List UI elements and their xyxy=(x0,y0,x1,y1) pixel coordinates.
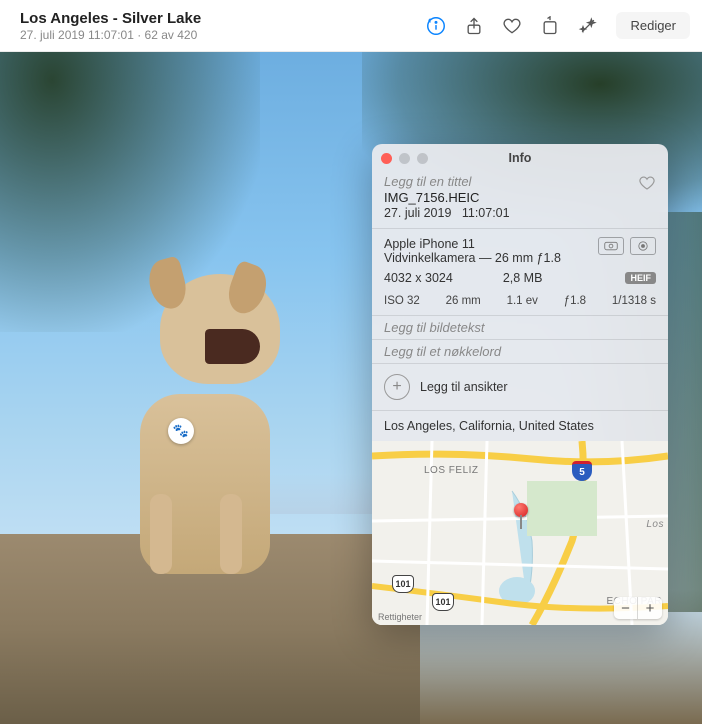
raw-badge-icon xyxy=(598,237,624,255)
info-button[interactable] xyxy=(418,8,454,44)
photo-location-title: Los Angeles - Silver Lake xyxy=(20,10,418,27)
map-rights-label[interactable]: Rettigheter xyxy=(378,612,422,622)
pet-detection-badge[interactable]: 🐾 xyxy=(168,418,194,444)
favorite-button[interactable] xyxy=(494,8,530,44)
close-icon[interactable] xyxy=(381,153,392,164)
rotate-button[interactable] xyxy=(532,8,568,44)
plus-icon: + xyxy=(384,374,410,400)
exif-ev: 1.1 ev xyxy=(507,295,538,307)
camera-model: Apple iPhone 11 xyxy=(384,237,598,251)
caption-field[interactable]: Legg til bildetekst xyxy=(384,320,656,335)
heart-icon[interactable] xyxy=(638,174,656,195)
exif-aperture: ƒ1.8 xyxy=(564,295,586,307)
info-panel: Info Legg til en tittel IMG_7156.HEIC 27… xyxy=(372,144,668,625)
add-faces-label: Legg til ansikter xyxy=(420,380,508,394)
route-101-shield: 101 xyxy=(392,575,414,593)
exif-focal: 26 mm xyxy=(446,295,481,307)
format-badge: HEIF xyxy=(625,272,656,284)
filesize: 2,8 MB xyxy=(503,271,543,285)
route-101-shield: 101 xyxy=(432,593,454,611)
toolbar: Los Angeles - Silver Lake 27. juli 2019 … xyxy=(0,0,702,52)
map-label-los: Los xyxy=(646,519,664,530)
photo-viewer[interactable]: 🐾 Info Legg til en tittel IMG_7156.HEIC … xyxy=(0,52,702,724)
lens-info: Vidvinkelkamera — 26 mm ƒ1.8 xyxy=(384,251,598,265)
exif-row: ISO 32 26 mm 1.1 ev ƒ1.8 1/1318 s xyxy=(372,291,668,316)
live-badge-icon xyxy=(630,237,656,255)
title-field[interactable]: Legg til en tittel xyxy=(384,174,638,189)
zoom-icon xyxy=(417,153,428,164)
add-faces-button[interactable]: + Legg til ansikter xyxy=(372,364,668,411)
photo-subtitle: 27. juli 2019 11:07:01 · 62 av 420 xyxy=(20,28,418,42)
location-map[interactable]: LOS FELIZ ECHO PAR Los 101 101 5 − + Ret… xyxy=(372,441,668,625)
exif-iso: ISO 32 xyxy=(384,295,420,307)
edit-button[interactable]: Rediger xyxy=(616,12,690,39)
location-text: Los Angeles, California, United States xyxy=(372,411,668,441)
datetime-label: 27. juli 2019 11:07:01 xyxy=(384,206,638,220)
map-zoom-out[interactable]: − xyxy=(614,597,638,619)
enhance-button[interactable] xyxy=(570,8,606,44)
title-block: Los Angeles - Silver Lake 27. juli 2019 … xyxy=(12,10,418,42)
map-zoom-in[interactable]: + xyxy=(638,597,662,619)
panel-titlebar[interactable]: Info xyxy=(372,144,668,172)
map-label-losfeliz: LOS FELIZ xyxy=(424,465,479,476)
keyword-field[interactable]: Legg til et nøkkelord xyxy=(384,344,656,359)
dimensions: 4032 x 3024 xyxy=(384,271,453,285)
exif-shutter: 1/1318 s xyxy=(612,295,656,307)
map-pin-icon xyxy=(514,503,530,519)
toolbar-actions: Rediger xyxy=(418,8,690,44)
filename-label: IMG_7156.HEIC xyxy=(384,190,638,205)
interstate-5-shield: 5 xyxy=(572,461,592,481)
minimize-icon xyxy=(399,153,410,164)
share-button[interactable] xyxy=(456,8,492,44)
